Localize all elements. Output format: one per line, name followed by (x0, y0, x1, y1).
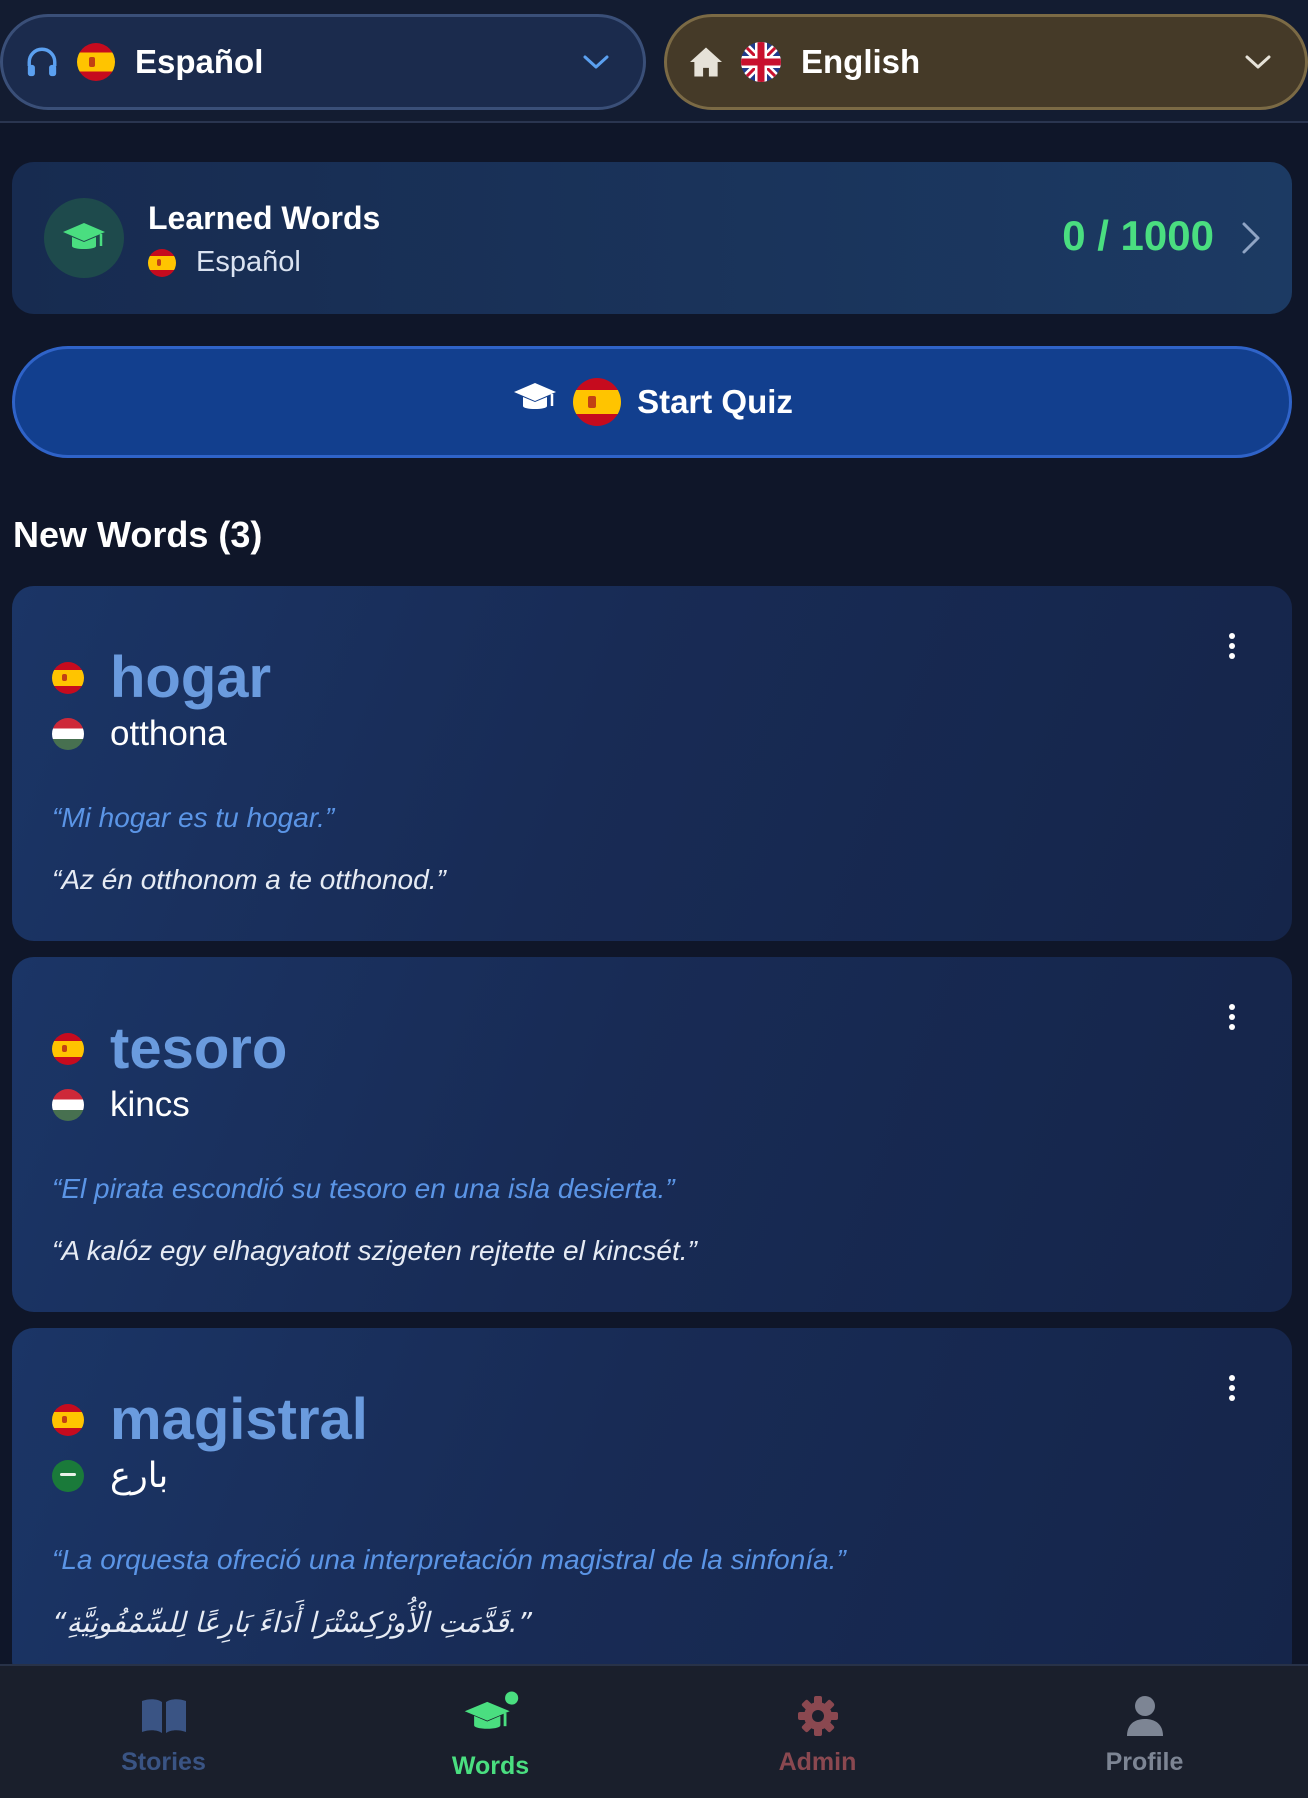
spain-flag-icon (77, 43, 115, 81)
example-sentence: “El pirata escondió su tesoro en una isl… (52, 1173, 675, 1204)
nav-profile-label: Profile (1105, 1748, 1184, 1776)
learned-words-count: 0 / 1000 (1062, 212, 1214, 259)
home-icon (687, 43, 725, 81)
book-icon (134, 1686, 194, 1746)
start-quiz-label: Start Quiz (637, 383, 793, 420)
source-language-select[interactable]: Español (0, 14, 646, 110)
chevron-down-icon (1241, 45, 1275, 79)
gear-icon (788, 1686, 848, 1746)
nav-stories[interactable]: Stories (0, 1666, 327, 1798)
nav-words[interactable]: Words (327, 1666, 654, 1798)
learned-words-title: Learned Words (148, 200, 381, 236)
example-sentence: “La orquesta ofreció una interpretación … (52, 1544, 846, 1575)
example-translation: “قَدَّمَتِ الْأُورْكِسْتْرَا أَدَاءً بَا… (52, 1606, 533, 1639)
target-language-select[interactable]: English (664, 14, 1308, 110)
hungary-flag-icon (52, 718, 84, 750)
example-translation: “Az én otthonom a te otthonod.” (52, 864, 446, 895)
nav-words-label: Words (451, 1752, 530, 1780)
nav-profile[interactable]: Profile (981, 1666, 1308, 1798)
spain-flag-icon (52, 661, 84, 694)
spain-flag-icon (148, 248, 176, 277)
graduation-cap-icon (461, 1684, 521, 1744)
nav-admin-label: Admin (778, 1748, 857, 1776)
nav-stories-label: Stories (121, 1748, 206, 1776)
united-kingdom-flag-icon (741, 42, 781, 82)
learned-words-language: Español (148, 246, 301, 279)
nav-admin[interactable]: Admin (654, 1666, 981, 1798)
user-icon (1115, 1686, 1175, 1746)
more-options-icon[interactable] (1220, 626, 1244, 666)
more-options-icon[interactable] (1220, 1368, 1244, 1408)
spain-flag-icon (573, 378, 622, 426)
word-card[interactable]: hogar otthona “Mi hogar es tu hogar.” “A… (12, 586, 1292, 941)
graduation-cap-icon (44, 198, 124, 278)
graduation-cap-icon (511, 380, 559, 424)
chevron-right-icon (1234, 218, 1268, 258)
word-text: magistral (110, 1387, 368, 1452)
chevron-down-icon (579, 45, 613, 79)
word-card[interactable]: tesoro kincs “El pirata escondió su teso… (12, 957, 1292, 1312)
word-card[interactable]: magistral بارع “La orquesta ofreció una … (12, 1328, 1292, 1683)
new-words-heading: New Words (3) (13, 514, 263, 555)
spain-flag-icon (52, 1032, 84, 1065)
example-sentence: “Mi hogar es tu hogar.” (52, 802, 335, 833)
language-bar: Español English (0, 0, 1308, 123)
learned-language-label: Español (196, 246, 301, 278)
word-text: hogar (110, 645, 272, 710)
more-options-icon[interactable] (1220, 997, 1244, 1037)
hungary-flag-icon (52, 1089, 84, 1121)
headphones-icon (23, 43, 61, 81)
spain-flag-icon (52, 1403, 84, 1436)
word-translation: otthona (110, 714, 227, 753)
target-language-label: English (801, 43, 921, 80)
bottom-navigation: Stories Words Admin Profile (0, 1664, 1308, 1798)
start-quiz-button[interactable]: Start Quiz (12, 346, 1292, 458)
learned-words-card[interactable]: Learned Words Español 0 / 1000 (12, 162, 1292, 314)
word-translation: بارع (110, 1456, 169, 1496)
word-translation: kincs (110, 1085, 190, 1124)
word-text: tesoro (110, 1016, 288, 1081)
saudi-arabia-flag-icon (52, 1460, 84, 1492)
source-language-label: Español (135, 43, 264, 80)
example-translation: “A kalóz egy elhagyatott szigeten rejtet… (52, 1235, 697, 1266)
